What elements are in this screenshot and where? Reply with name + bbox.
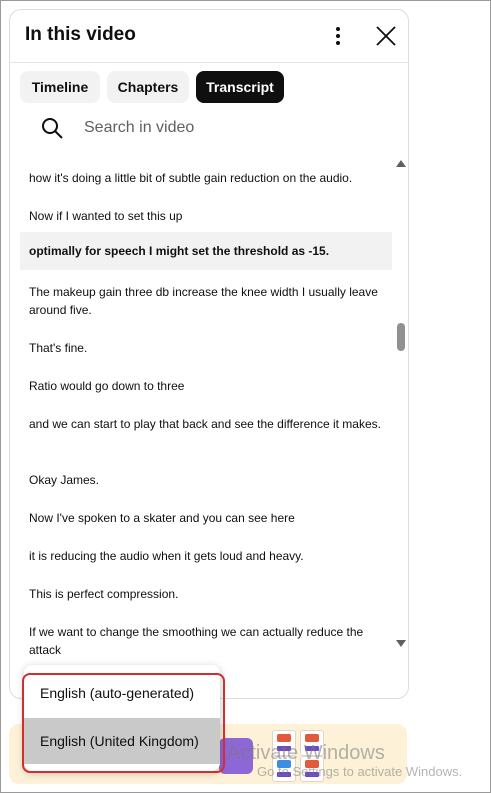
transcript-segment[interactable]: Now I've spoken to a skater and you can … — [20, 509, 392, 527]
transcript-segment[interactable]: and we can start to play that back and s… — [20, 415, 392, 433]
more-vert-icon[interactable] — [328, 24, 348, 48]
transcript-segment[interactable]: how it's doing a little bit of subtle ga… — [20, 169, 392, 187]
activate-windows-watermark: Activate Windows Go to Settings to activ… — [227, 742, 462, 780]
panel-header: In this video — [10, 10, 408, 63]
transcript-list: how it's doing a little bit of subtle ga… — [20, 156, 392, 656]
transcript-segment[interactable]: it is reducing the audio when it gets lo… — [20, 547, 392, 565]
tab-transcript[interactable]: Transcript — [196, 71, 284, 103]
transcript-segment[interactable]: If we want to change the smoothing we ca… — [20, 623, 392, 656]
watermark-subtitle: Go to Settings to activate Windows. — [257, 764, 463, 779]
screenshot-frame: In this video Timeline Chapters Transcri… — [0, 0, 491, 793]
transcript-segment-active[interactable]: optimally for speech I might set the thr… — [20, 232, 392, 270]
transcript-segment[interactable]: Okay James. — [20, 471, 392, 489]
search-icon[interactable] — [40, 116, 64, 140]
transcript-segment[interactable]: The makeup gain three db increase the kn… — [20, 283, 392, 319]
tab-timeline[interactable]: Timeline — [20, 71, 100, 103]
language-option-united-kingdom[interactable]: English (United Kingdom) — [24, 718, 220, 764]
search-input[interactable] — [84, 114, 384, 142]
scroll-up-arrow-icon[interactable] — [396, 160, 406, 167]
transcript-segment[interactable]: Now if I wanted to set this up — [20, 207, 392, 225]
in-this-video-panel: In this video Timeline Chapters Transcri… — [9, 9, 409, 699]
scroll-down-arrow-icon[interactable] — [396, 640, 406, 647]
transcript-segment[interactable]: Ratio would go down to three — [20, 377, 392, 395]
language-option-auto-generated[interactable]: English (auto-generated) — [24, 670, 220, 716]
language-dropdown-menu: English (auto-generated) English (United… — [24, 665, 220, 771]
scrollbar-thumb[interactable] — [397, 323, 405, 351]
close-icon[interactable] — [374, 24, 398, 48]
transcript-segment[interactable]: This is perfect compression. — [20, 585, 392, 603]
tab-chapters[interactable]: Chapters — [107, 71, 189, 103]
panel-title: In this video — [25, 24, 136, 45]
transcript-segment[interactable]: That's fine. — [20, 339, 392, 357]
watermark-title: Activate Windows — [227, 742, 385, 764]
